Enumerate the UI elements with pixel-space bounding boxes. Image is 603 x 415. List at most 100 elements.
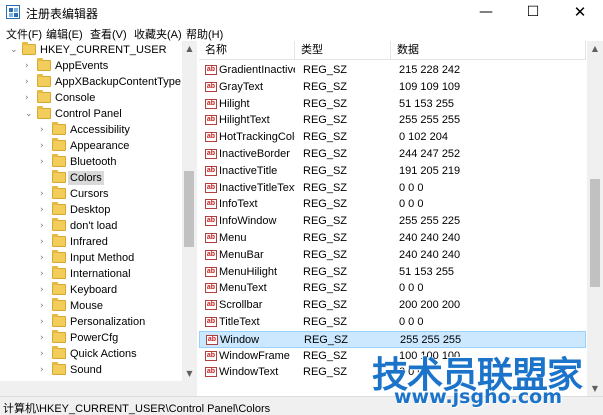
column-header-type[interactable]: 类型 [295,41,391,60]
menu-edit[interactable]: 编辑(E) [46,26,83,42]
table-row[interactable]: abHotTrackingColor REG_SZ 0 102 204 [199,129,586,146]
table-row[interactable]: ab Scrollbar REG_SZ 200 200 200 [199,297,586,314]
table-row[interactable]: ab WindowFrame REG_SZ 100 100 100 [199,348,586,365]
tree-item[interactable]: › PowerCfg [0,330,182,346]
values-scroll-thumb[interactable] [590,179,600,287]
tree-item[interactable]: › AppEvents [0,58,182,74]
chevron-right-icon[interactable]: › [40,251,50,265]
chevron-right-icon[interactable]: › [40,187,50,201]
table-row[interactable]: ab Menu REG_SZ 240 240 240 [199,230,586,247]
value-data: 0 0 0 [399,366,424,378]
string-value-icon: ab [205,351,217,361]
chevron-right-icon[interactable]: › [40,331,50,345]
tree-item[interactable]: › Appearance [0,138,182,154]
column-header-name[interactable]: 名称 [199,41,295,60]
tree-item[interactable]: › Personalization [0,314,182,330]
tree-item-label: International [70,268,131,280]
chevron-down-icon[interactable]: ⌄ [10,43,20,57]
value-type: REG_SZ [303,350,348,362]
tree-item[interactable]: › Sound [0,362,182,378]
value-data: 240 240 240 [399,232,461,244]
table-row[interactable]: ab MenuBar REG_SZ 240 240 240 [199,247,586,264]
string-value-icon: ab [205,300,217,310]
chevron-down-icon[interactable]: ⌄ [25,107,35,121]
tree-scroll-up-arrow-icon[interactable]: ▲ [182,41,197,56]
chevron-right-icon[interactable]: › [40,155,50,169]
tree-item[interactable]: › Console [0,90,182,106]
value-name: Scrollbar [219,299,263,311]
menu-help[interactable]: 帮助(H) [186,26,223,42]
tree-item[interactable]: ⌄ Control Panel [0,106,182,122]
table-row[interactable]: ab TitleText REG_SZ 0 0 0 [199,314,586,331]
tree-item-label: Personalization [70,316,146,328]
value-type: REG_SZ [303,98,348,110]
chevron-right-icon[interactable]: › [40,235,50,249]
menu-bar: 文件(F) 编辑(E) 查看(V) 收藏夹(A) 帮助(H) [0,24,603,41]
value-type: REG_SZ [303,114,348,126]
chevron-right-icon[interactable]: › [40,203,50,217]
tree-item[interactable]: › Quick Actions [0,346,182,362]
tree-item-label: HKEY_CURRENT_USER [40,44,167,56]
chevron-right-icon[interactable]: › [40,283,50,297]
table-row[interactable]: ab Hilight REG_SZ 51 153 255 [199,96,586,113]
tree-item[interactable]: › International [0,266,182,282]
tree-scroll-down-arrow-icon[interactable]: ▼ [182,366,197,381]
chevron-right-icon[interactable]: › [40,123,50,137]
chevron-right-icon[interactable]: › [40,267,50,281]
chevron-right-icon[interactable]: › [25,91,35,105]
close-button[interactable]: ✕ [557,0,603,24]
tree-item[interactable]: › Input Method [0,250,182,266]
chevron-right-icon[interactable]: › [40,347,50,361]
tree-item[interactable]: › AppXBackupContentType [0,74,182,90]
chevron-right-icon[interactable]: › [25,59,35,73]
tree-item[interactable]: Colors [0,170,182,186]
value-type: REG_SZ [303,282,348,294]
table-row[interactable]: ab MenuHilight REG_SZ 51 153 255 [199,264,586,281]
column-header-data[interactable]: 数据 [391,41,586,60]
registry-editor-icon [6,5,20,19]
chevron-right-icon[interactable]: › [40,299,50,313]
values-scroll-down-arrow-icon[interactable]: ▼ [587,381,603,396]
table-row[interactable]: ab WindowText REG_SZ 0 0 0 [199,364,586,381]
table-row[interactable]: ab Window REG_SZ 255 255 255 [199,331,586,348]
values-list[interactable]: 名称 类型 数据 abGradientInactiveTitleREG_SZ21… [199,41,603,396]
folder-icon [37,90,51,103]
values-vertical-scrollbar[interactable]: ▲ ▼ [587,41,603,396]
folder-icon [22,42,36,55]
table-row[interactable]: ab GrayText REG_SZ 109 109 109 [199,79,586,96]
tree-horizontal-scrollbar[interactable] [0,381,197,396]
tree-item[interactable]: › Bluetooth [0,154,182,170]
table-row[interactable]: ab InactiveTitleText REG_SZ 0 0 0 [199,180,586,197]
values-scroll-up-arrow-icon[interactable]: ▲ [587,41,603,56]
tree-item[interactable]: › Infrared [0,234,182,250]
table-row[interactable]: ab HilightText REG_SZ 255 255 255 [199,112,586,129]
table-row[interactable]: ab MenuText REG_SZ 0 0 0 [199,280,586,297]
maximize-button[interactable]: ☐ [510,0,556,24]
tree-item[interactable]: › don't load [0,218,182,234]
chevron-right-icon[interactable]: › [40,363,50,377]
menu-file[interactable]: 文件(F) [6,26,42,42]
chevron-right-icon[interactable]: › [25,75,35,89]
tree-vertical-scrollbar[interactable]: ▲ ▼ [182,41,197,381]
tree-item[interactable]: › Cursors [0,186,182,202]
folder-icon [52,234,66,247]
menu-view[interactable]: 查看(V) [90,26,127,42]
chevron-right-icon[interactable]: › [40,139,50,153]
table-row[interactable]: ab InfoWindow REG_SZ 255 255 225 [199,213,586,230]
menu-favorites[interactable]: 收藏夹(A) [134,26,182,42]
table-row[interactable]: ab InactiveTitle REG_SZ 191 205 219 [199,163,586,180]
minimize-button[interactable]: — [463,0,509,24]
table-row[interactable]: ab InfoText REG_SZ 0 0 0 [199,196,586,213]
key-tree[interactable]: ⌄ HKEY_CURRENT_USER › AppEvents › AppXBackupC… [0,41,197,396]
folder-icon [52,266,66,279]
tree-item[interactable]: › Desktop [0,202,182,218]
chevron-right-icon[interactable]: › [40,219,50,233]
tree-item[interactable]: › Keyboard [0,282,182,298]
tree-item[interactable]: › Accessibility [0,122,182,138]
table-row[interactable]: ab InactiveBorder REG_SZ 244 247 252 [199,146,586,163]
table-row[interactable]: abGradientInactiveTitle REG_SZ 215 228 242 [199,62,586,79]
tree-item[interactable]: › Mouse [0,298,182,314]
tree-scroll-thumb[interactable] [184,171,194,247]
chevron-right-icon[interactable]: › [40,315,50,329]
tree-item[interactable]: ⌄ HKEY_CURRENT_USER [0,42,182,58]
